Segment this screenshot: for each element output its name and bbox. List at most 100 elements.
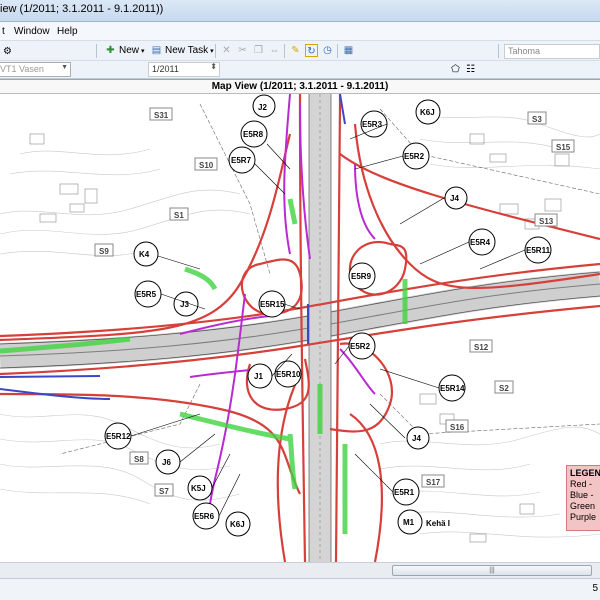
polygon-tool-icon[interactable]: ⬠ [449, 63, 462, 76]
section-box: S3 [527, 111, 547, 125]
menu-item-tools[interactable]: t [2, 26, 5, 37]
toolbar-separator [284, 44, 285, 58]
new-button[interactable]: ✚ New ▾ [104, 44, 144, 57]
svg-text:S13: S13 [539, 217, 554, 226]
horizontal-scrollbar[interactable]: ||| [0, 562, 600, 578]
svg-text:S15: S15 [556, 143, 571, 152]
new-task-button-label: New Task [165, 45, 209, 56]
section-box: S10 [194, 157, 218, 171]
chevron-down-icon: ▼ [61, 64, 68, 71]
copy-icon[interactable]: ❐ [252, 44, 265, 57]
node-circle: E5R2 [402, 142, 430, 170]
svg-text:J1: J1 [254, 372, 263, 381]
node-circle: E5R2 [348, 332, 376, 360]
svg-text:E5R2: E5R2 [404, 152, 425, 161]
title-bar: iew (1/2011; 3.1.2011 - 9.1.2011)) [0, 0, 600, 22]
svg-text:E5R10: E5R10 [276, 370, 301, 379]
section-box: S8 [129, 451, 149, 465]
node-circle: E5R4 [468, 228, 496, 256]
legend-item-red: Red - [570, 479, 593, 489]
node-circle: K6J [415, 99, 441, 125]
svg-text:S7: S7 [159, 487, 169, 496]
menu-item-window[interactable]: Window [14, 26, 50, 37]
layer-select-value: VT1 Vasen [0, 64, 44, 74]
node-circle: E5R5 [134, 280, 162, 308]
svg-text:K4: K4 [139, 250, 150, 259]
toolbar-separator [498, 44, 499, 58]
task-icon: ▤ [151, 45, 162, 56]
menu-item-help[interactable]: Help [57, 26, 78, 37]
svg-text:S31: S31 [154, 111, 169, 120]
new-task-button[interactable]: ▤ New Task ▾ [150, 44, 214, 57]
legend-item-green: Green [570, 501, 596, 511]
node-circle: K5J [187, 475, 213, 501]
svg-text:E5R11: E5R11 [526, 246, 551, 255]
status-text: 5 [592, 583, 598, 594]
svg-text:E5R8: E5R8 [243, 130, 264, 139]
calculator-icon[interactable]: ▦ [342, 44, 355, 57]
node-circle: J1 [247, 363, 273, 389]
svg-text:E5R6: E5R6 [194, 512, 215, 521]
node-circle: E5R8 [240, 120, 268, 148]
node-circle: E5R7 [228, 146, 256, 174]
main-toolbar: ⚙ ✚ New ▾ ▤ New Task ▾ ✕ ✂ ❐ ⇔ ✎ ↻ ◷ ▦ T… [0, 41, 600, 61]
period-stepper[interactable]: 1/2011 ⬍ [148, 62, 220, 77]
svg-text:S12: S12 [474, 343, 489, 352]
refresh-icon[interactable]: ↻ [305, 44, 318, 57]
svg-text:E5R12: E5R12 [106, 432, 131, 441]
legend-item-purple: Purple [570, 512, 597, 522]
svg-text:S17: S17 [426, 478, 441, 487]
cut-icon[interactable]: ✂ [236, 44, 249, 57]
toolbar-separator [215, 44, 216, 58]
menu-bar: t Window Help [0, 22, 600, 41]
node-circle: E5R10 [274, 360, 302, 388]
section-box: S31 [149, 107, 173, 121]
period-stepper-value: 1/2011 [152, 64, 179, 74]
svg-text:K6J: K6J [230, 520, 245, 529]
svg-text:S8: S8 [134, 455, 144, 464]
scrollbar-grip-icon: ||| [489, 567, 495, 574]
node-circle: E5R11 [524, 236, 552, 264]
interchange-map[interactable]: S31 S10 S1 S9 S8 S7 S3 S15 S13 S12 S2 S1… [0, 94, 600, 562]
node-circle: E5R12 [104, 422, 132, 450]
node-circle: E5R14 [438, 374, 466, 402]
section-box: S16 [445, 419, 469, 433]
font-select[interactable]: Tahoma [504, 44, 600, 59]
map-title: Map View (1/2011; 3.1.2011 - 9.1.2011) [0, 80, 600, 94]
svg-text:K6J: K6J [420, 108, 435, 117]
svg-text:J4: J4 [450, 194, 459, 203]
node-circle: J6 [155, 449, 181, 475]
clock-icon[interactable]: ◷ [321, 44, 334, 57]
svg-text:E5R2: E5R2 [350, 342, 371, 351]
node-circle: E5R1 [392, 478, 420, 506]
layer-select[interactable]: VT1 Vasen ▼ [0, 62, 71, 77]
ruler-icon[interactable]: ☷ [464, 63, 477, 76]
svg-text:S9: S9 [99, 247, 109, 256]
svg-text:S10: S10 [199, 161, 214, 170]
legend-item-blue: Blue - [570, 490, 594, 500]
node-circle: E5R9 [348, 262, 376, 290]
map-legend: LEGEN Red - Blue - Green Purple [566, 465, 600, 531]
link-icon[interactable]: ⇔ [268, 44, 281, 57]
toolbar-separator [96, 44, 97, 58]
svg-text:E5R9: E5R9 [351, 272, 372, 281]
toolbar-gear-icon[interactable]: ⚙ [1, 45, 14, 58]
status-bar: 5 [0, 578, 600, 600]
section-box: S17 [421, 474, 445, 488]
svg-text:E5R1: E5R1 [394, 488, 415, 497]
svg-text:S1: S1 [174, 211, 184, 220]
delete-icon[interactable]: ✕ [220, 44, 233, 57]
node-circle: J4 [444, 186, 468, 210]
svg-text:E5R7: E5R7 [231, 156, 252, 165]
svg-text:J4: J4 [412, 434, 421, 443]
svg-text:J6: J6 [162, 458, 171, 467]
node-circle: E5R6 [192, 502, 220, 530]
node-circle: J3 [173, 291, 199, 317]
section-box: S15 [551, 139, 575, 153]
pencil-icon[interactable]: ✎ [289, 44, 302, 57]
svg-text:K5J: K5J [191, 484, 206, 493]
scrollbar-thumb[interactable]: ||| [392, 565, 592, 576]
svg-text:S3: S3 [532, 115, 542, 124]
svg-text:M1: M1 [403, 518, 415, 527]
svg-text:E5R3: E5R3 [362, 120, 383, 129]
